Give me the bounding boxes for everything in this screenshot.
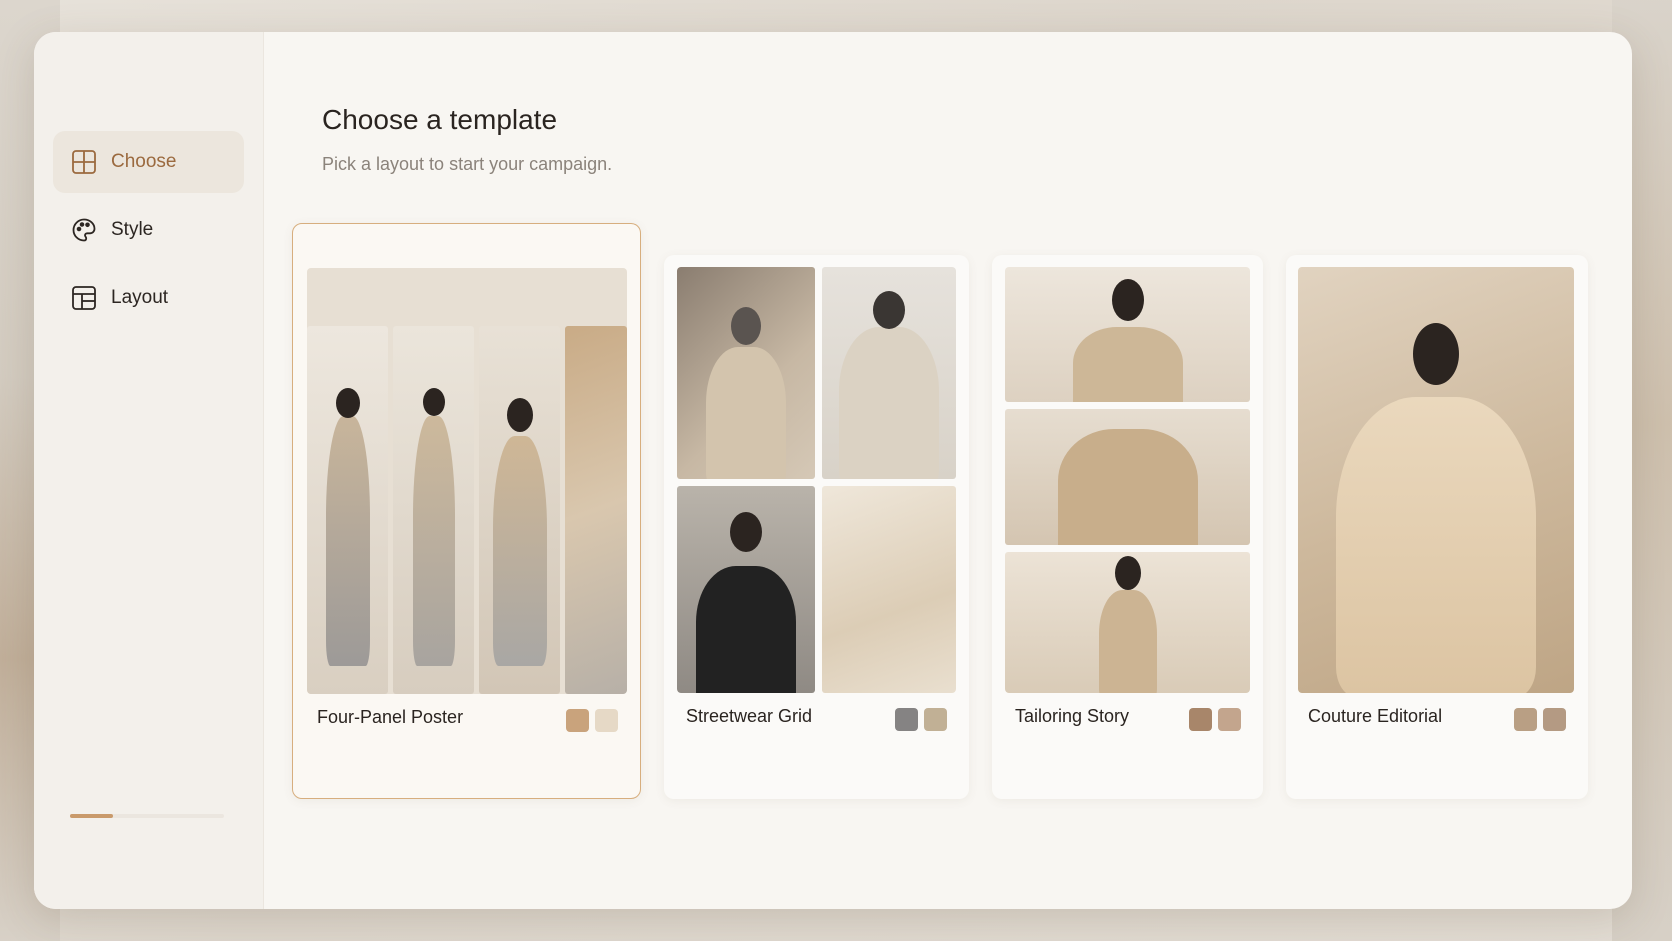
template-preview — [307, 268, 627, 694]
preview-panel-image — [822, 486, 956, 693]
template-name: Four-Panel Poster — [317, 707, 464, 727]
swatch — [895, 708, 918, 731]
template-card-streetwear-grid[interactable]: Streetwear Grid — [664, 255, 969, 799]
layout-icon — [71, 285, 97, 311]
swatch — [1218, 708, 1241, 731]
preview-panel-image — [1298, 267, 1574, 693]
preview-panel-image — [1005, 552, 1250, 693]
preview-panel-image — [1005, 267, 1250, 402]
preview-panel-image — [1005, 409, 1250, 545]
color-swatches — [566, 709, 618, 732]
color-swatches — [895, 708, 947, 731]
template-card-four-panel-poster[interactable]: Four-Panel Poster — [292, 223, 641, 799]
progress-fill — [70, 814, 114, 818]
template-name: Streetwear Grid — [686, 706, 813, 726]
preview-panel-image — [479, 326, 560, 694]
template-card-tailoring-story[interactable]: Tailoring Story — [992, 255, 1263, 799]
sidebar-item-layout[interactable]: Layout — [53, 267, 244, 329]
swatch — [1514, 708, 1537, 731]
palette-icon — [71, 217, 97, 243]
preview-panel-image — [307, 326, 388, 694]
grid-icon — [71, 149, 97, 175]
preview-panel-image — [677, 486, 815, 693]
preview-panel-image — [677, 267, 815, 479]
main-content: Choose a template Pick a layout to start… — [264, 32, 1632, 909]
sidebar-item-choose[interactable]: Choose — [53, 131, 244, 193]
template-preview — [1005, 267, 1250, 693]
template-name: Couture Editorial — [1308, 706, 1443, 726]
app-window: Choose Style Layout Choose a template Pi… — [34, 32, 1632, 909]
page-subtitle: Pick a layout to start your campaign. — [322, 154, 613, 174]
sidebar: Choose Style Layout — [34, 32, 264, 909]
swatch — [595, 709, 618, 732]
preview-panel-image — [822, 267, 956, 479]
sidebar-item-label: Choose — [111, 151, 177, 172]
template-card-couture-editorial[interactable]: Couture Editorial — [1286, 255, 1588, 799]
preview-panel-image — [393, 326, 474, 694]
swatch — [924, 708, 947, 731]
template-preview — [677, 267, 956, 693]
color-swatches — [1514, 708, 1566, 731]
sidebar-item-label: Style — [111, 219, 154, 240]
sidebar-item-label: Layout — [111, 287, 169, 308]
page-title: Choose a template — [322, 104, 558, 135]
sidebar-item-style[interactable]: Style — [53, 199, 244, 261]
swatch — [1543, 708, 1566, 731]
template-name: Tailoring Story — [1015, 706, 1130, 726]
color-swatches — [1189, 708, 1241, 731]
swatch — [1189, 708, 1212, 731]
progress-bar — [70, 814, 224, 818]
swatch — [566, 709, 589, 732]
template-preview — [1298, 267, 1574, 693]
preview-panel-image — [565, 326, 627, 694]
